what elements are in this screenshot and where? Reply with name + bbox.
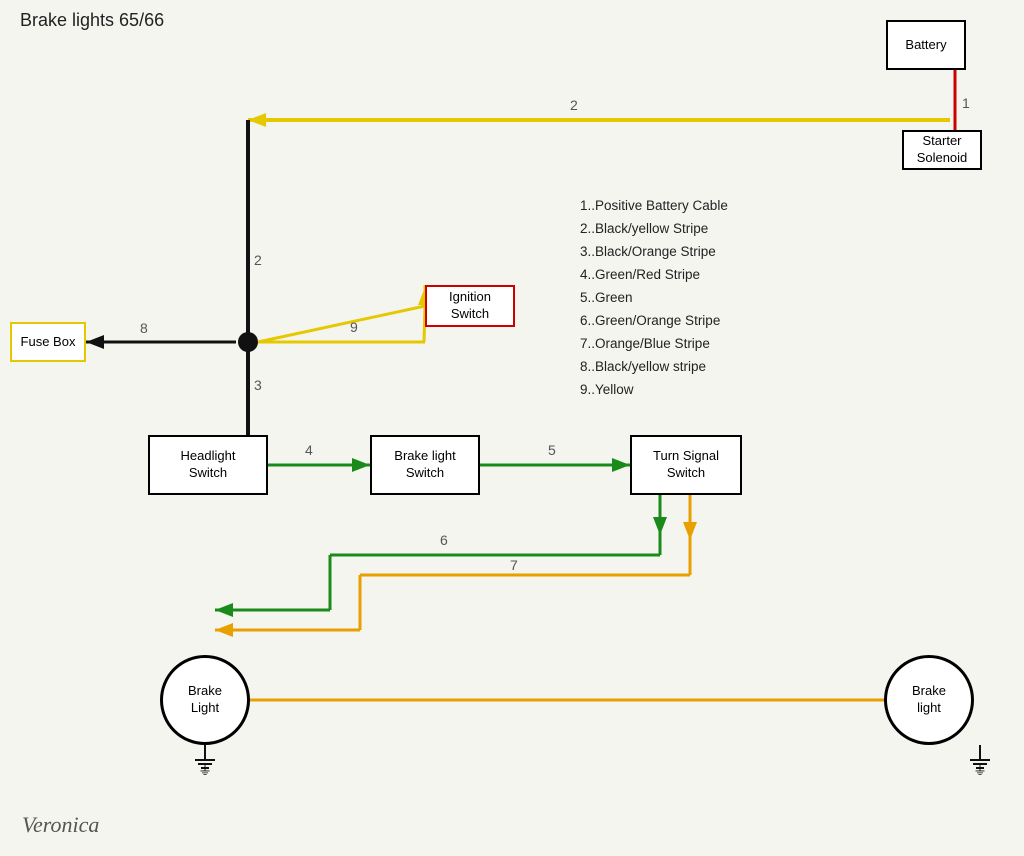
brake-light-switch-component: Brake lightSwitch	[370, 435, 480, 495]
battery-component: Battery	[886, 20, 966, 70]
svg-text:9: 9	[350, 319, 358, 335]
legend-item-2: 2..Black/yellow Stripe	[580, 218, 728, 241]
wiring-diagram: 2 1 2 3 8 9 4 5 6 7	[0, 0, 1024, 856]
brakelight-label: Brake lightSwitch	[394, 448, 455, 482]
brake-light-right-label: Brakelight	[912, 683, 946, 717]
svg-text:7: 7	[510, 557, 518, 573]
svg-text:2: 2	[254, 252, 262, 268]
brake-light-right-component: Brakelight	[884, 655, 974, 745]
legend-item-4: 4..Green/Red Stripe	[580, 264, 728, 287]
svg-text:4: 4	[305, 442, 313, 458]
wire-legend: 1..Positive Battery Cable 2..Black/yello…	[580, 195, 728, 401]
headlight-switch-component: HeadlightSwitch	[148, 435, 268, 495]
ignition-switch-component: IgnitionSwitch	[425, 285, 515, 327]
legend-item-9: 9..Yellow	[580, 379, 728, 402]
svg-text:8: 8	[140, 320, 148, 336]
svg-text:1: 1	[962, 95, 970, 111]
fuse-box-label: Fuse Box	[21, 334, 76, 351]
turn-signal-switch-component: Turn SignalSwitch	[630, 435, 742, 495]
svg-text:2: 2	[570, 97, 578, 113]
svg-text:3: 3	[254, 377, 262, 393]
legend-item-3: 3..Black/Orange Stripe	[580, 241, 728, 264]
svg-text:⏚: ⏚	[198, 762, 212, 778]
starter-label: StarterSolenoid	[917, 133, 968, 167]
legend-item-7: 7..Orange/Blue Stripe	[580, 333, 728, 356]
turnsignal-label: Turn SignalSwitch	[653, 448, 719, 482]
author-signature: Veronica	[22, 812, 99, 838]
svg-text:5: 5	[548, 442, 556, 458]
battery-label: Battery	[905, 37, 946, 54]
legend-item-5: 5..Green	[580, 287, 728, 310]
svg-text:6: 6	[440, 532, 448, 548]
starter-solenoid-component: StarterSolenoid	[902, 130, 982, 170]
headlight-label: HeadlightSwitch	[181, 448, 236, 482]
legend-item-8: 8..Black/yellow stripe	[580, 356, 728, 379]
ignition-label: IgnitionSwitch	[449, 289, 491, 323]
svg-text:⏚: ⏚	[973, 762, 987, 778]
fuse-box-component: Fuse Box	[10, 322, 86, 362]
brake-light-left-component: BrakeLight	[160, 655, 250, 745]
legend-item-1: 1..Positive Battery Cable	[580, 195, 728, 218]
legend-item-6: 6..Green/Orange Stripe	[580, 310, 728, 333]
brake-light-left-label: BrakeLight	[188, 683, 222, 717]
